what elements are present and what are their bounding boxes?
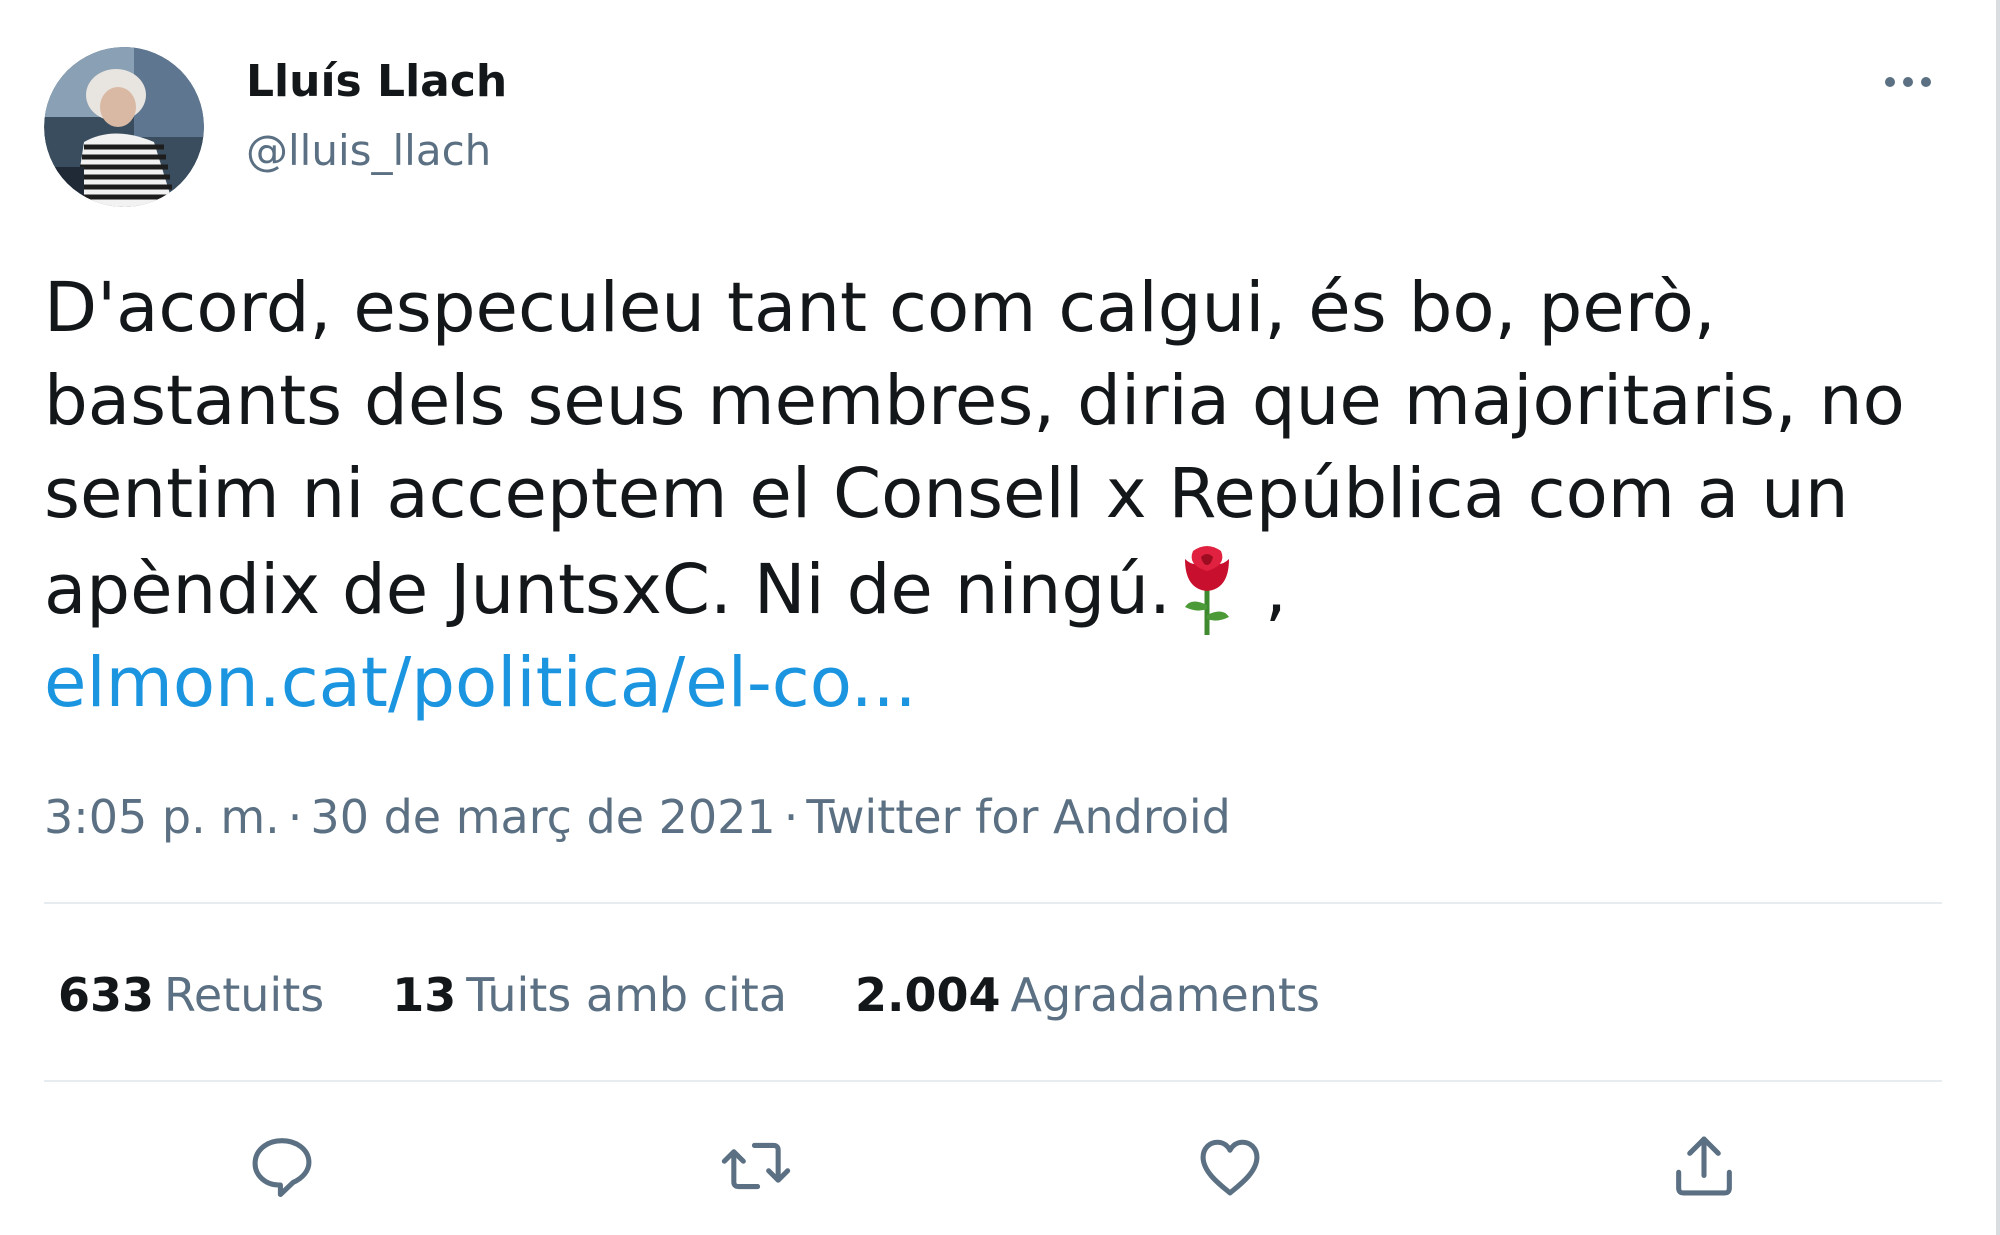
reply-button[interactable] [244,1128,320,1204]
tweet-link[interactable]: elmon.cat/politica/el-co... [44,643,917,723]
user-handle[interactable]: @lluis_llach [246,126,491,175]
avatar[interactable] [44,47,204,207]
divider [44,902,1942,904]
retweets-count: 633 [58,968,155,1022]
more-options-icon[interactable] [1880,68,1936,96]
like-icon [1200,1139,1260,1196]
quote-tweets-stat[interactable]: 13 Tuits amb cita [392,968,787,1022]
reply-icon [252,1138,312,1198]
tweet-date[interactable]: 30 de març de 2021 [310,790,775,844]
tweet-text-line: sentim ni acceptem el Consell x Repúblic… [44,454,1849,534]
tweet-source[interactable]: Twitter for Android [806,790,1231,844]
quote-tweets-label: Tuits amb cita [466,968,788,1022]
tweet-time[interactable]: 3:05 p. m. [44,790,280,844]
divider [44,1080,1942,1082]
window-edge [1996,0,2000,1235]
tweet-card: Lluís Llach @lluis_llach D'acord, especu… [0,0,2000,1235]
likes-label: Agradaments [1010,968,1320,1022]
likes-stat[interactable]: 2.004 Agradaments [855,968,1320,1022]
tweet-text-line: apèndix de JuntsxC. Ni de ningú. , [44,541,1924,637]
tweet-text-segment: , [1242,550,1287,630]
retweet-button[interactable] [718,1128,794,1204]
share-button[interactable] [1666,1128,1742,1204]
tweet-text-segment: apèndix de JuntsxC. Ni de ningú. [44,550,1171,630]
tweet-text-line: D'acord, especuleu tant com calgui, és b… [44,268,1716,348]
retweets-stat[interactable]: 633 Retuits [58,968,324,1022]
tweet-text-line: elmon.cat/politica/el-co... [44,637,1924,730]
like-button[interactable] [1192,1128,1268,1204]
meta-separator: · [287,790,303,844]
quote-tweets-count: 13 [392,968,457,1022]
rose-icon [1171,541,1243,637]
tweet-stats: 633 Retuits 13 Tuits amb cita 2.004 Agradam… [58,968,1388,1022]
tweet-text: D'acord, especuleu tant com calgui, és b… [44,262,1924,730]
retweet-icon [721,1142,791,1190]
likes-count: 2.004 [855,968,1001,1022]
share-icon [1676,1136,1732,1196]
meta-separator: · [783,790,799,844]
tweet-text-line: bastants dels seus membres, diria que ma… [44,361,1905,441]
tweet-meta: 3:05 p. m. · 30 de març de 2021 · Twitter fo… [44,790,1231,844]
retweets-label: Retuits [164,968,325,1022]
display-name[interactable]: Lluís Llach [246,56,507,107]
